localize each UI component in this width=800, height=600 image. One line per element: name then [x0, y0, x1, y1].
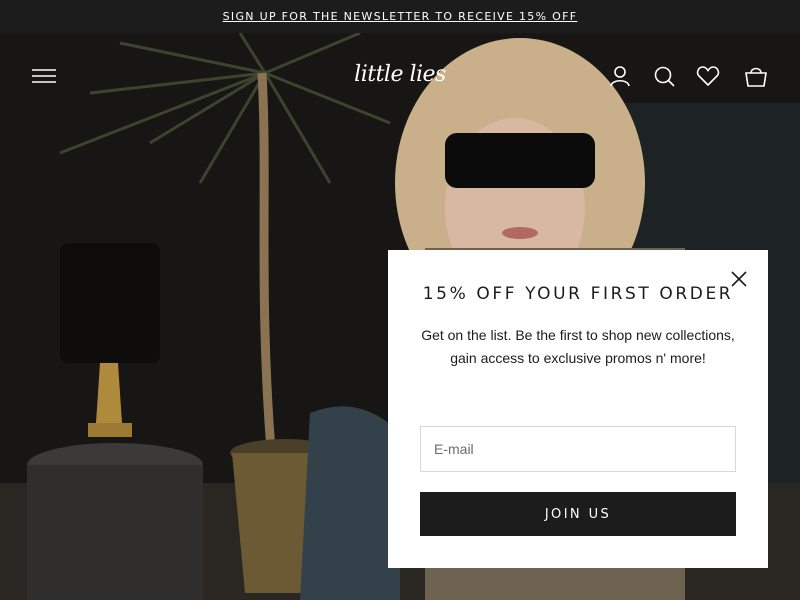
popup-title: 15% OFF YOUR FIRST ORDER	[422, 284, 734, 304]
account-icon[interactable]	[607, 63, 633, 89]
site-header: little lies	[0, 33, 800, 117]
cart-icon[interactable]	[743, 63, 769, 89]
search-icon[interactable]	[651, 63, 677, 89]
email-field[interactable]	[420, 426, 736, 472]
popup-description: Get on the list. Be the first to shop ne…	[421, 327, 735, 366]
join-us-button[interactable]: JOIN US	[420, 492, 736, 536]
announcement-bar: SIGN UP FOR THE NEWSLETTER TO RECEIVE 15…	[0, 0, 800, 33]
newsletter-link[interactable]: SIGN UP FOR THE NEWSLETTER TO RECEIVE 15…	[223, 10, 578, 23]
newsletter-popup: 15% OFF YOUR FIRST ORDER Get on the list…	[388, 250, 768, 568]
brand-logo[interactable]: little lies	[350, 55, 450, 95]
wishlist-icon[interactable]	[695, 63, 721, 89]
menu-icon[interactable]	[31, 63, 57, 89]
